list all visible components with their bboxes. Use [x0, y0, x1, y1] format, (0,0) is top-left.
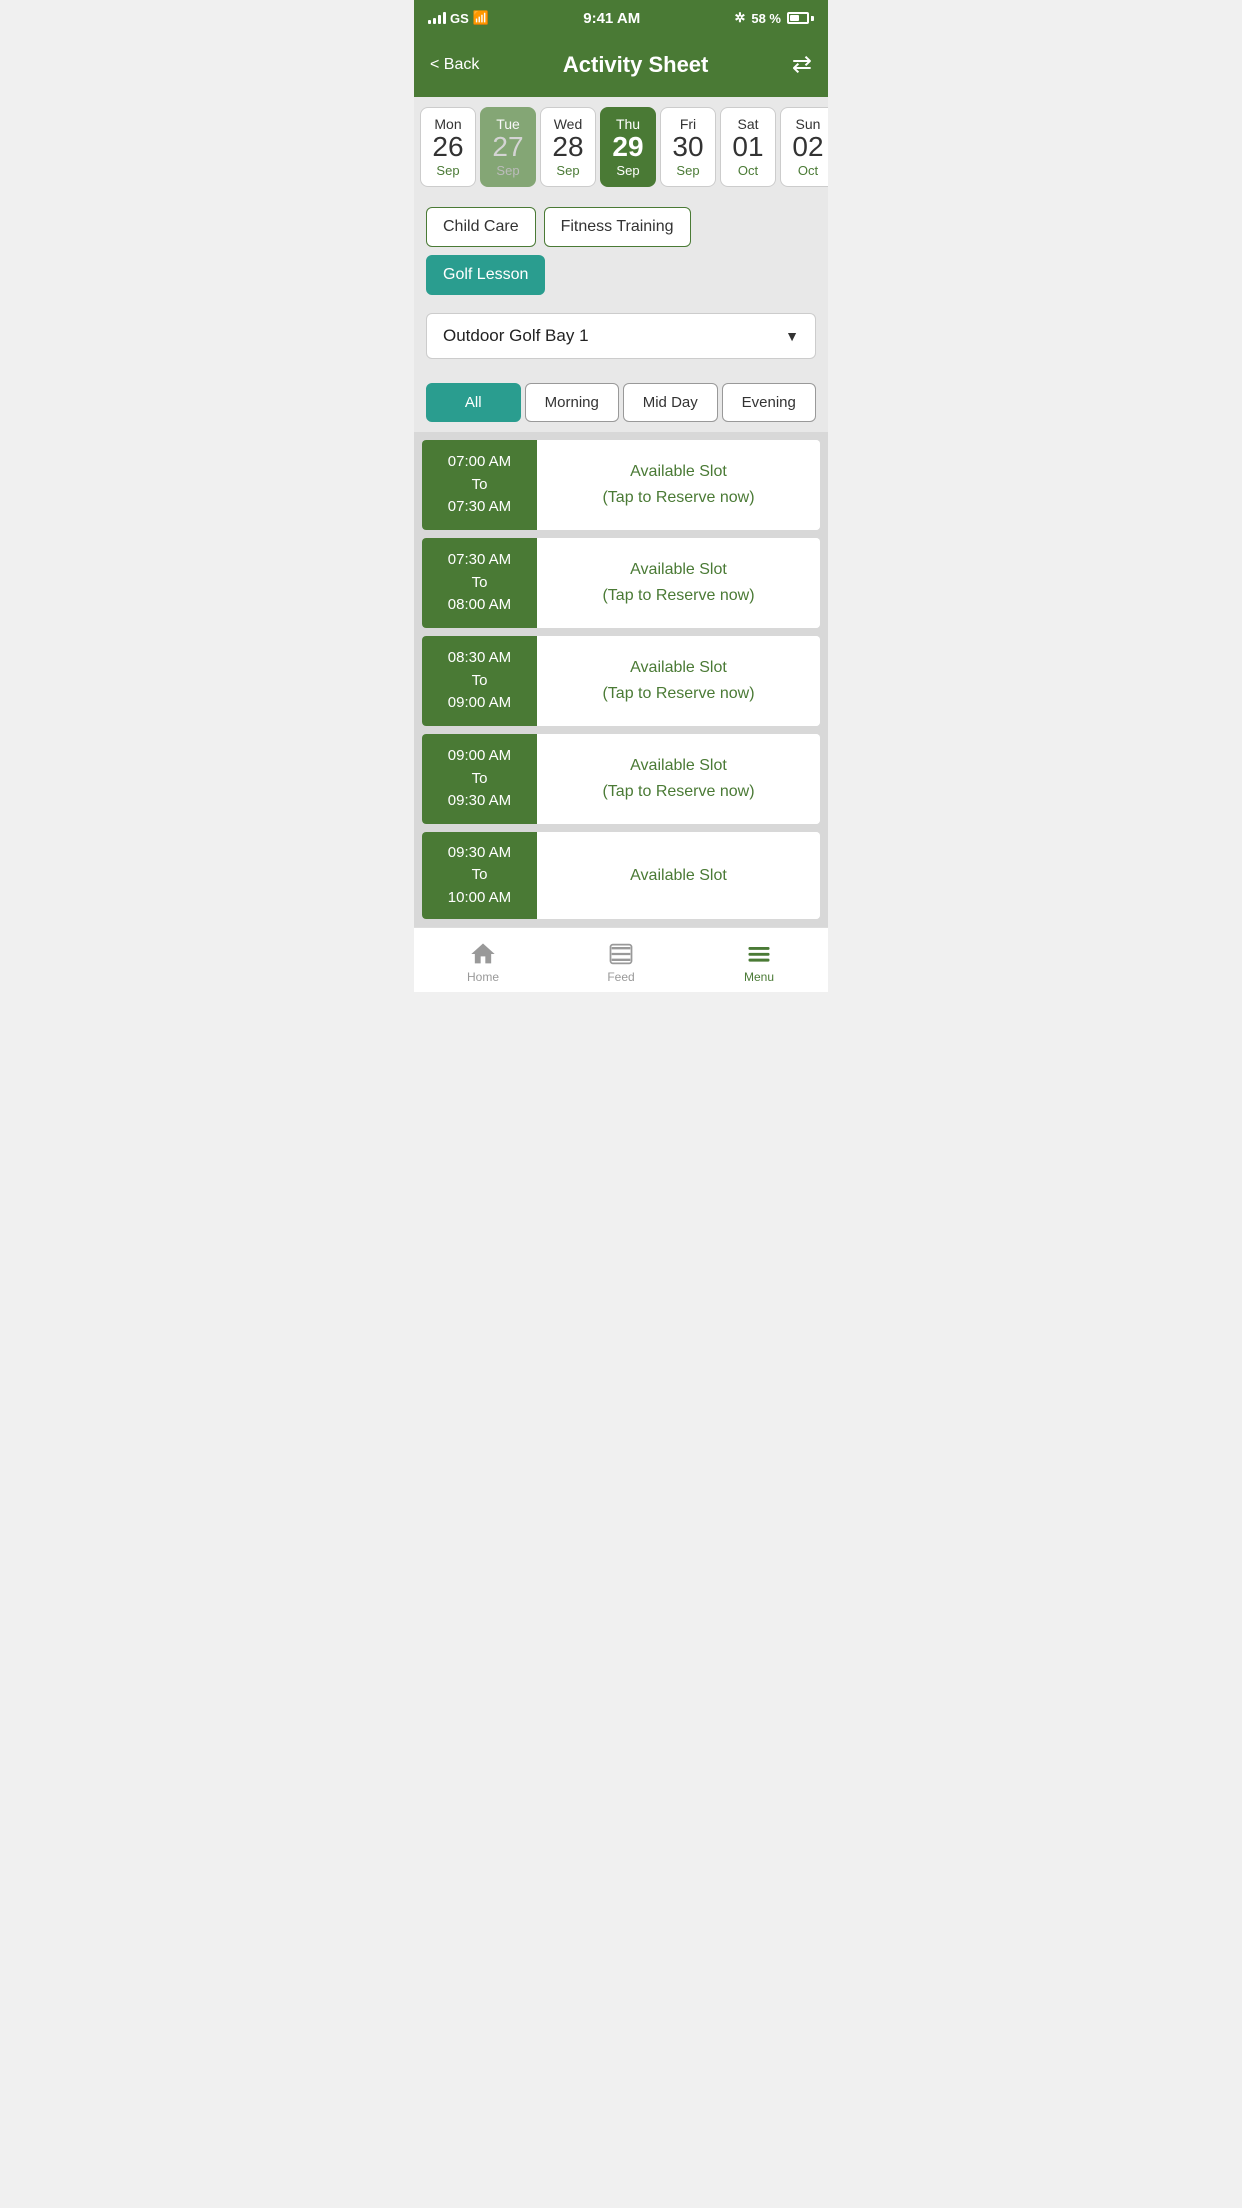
bottom-nav: Home Feed Menu [414, 927, 828, 992]
location-dropdown[interactable]: Outdoor Golf Bay 1 ▼ [426, 313, 816, 359]
slot-status: Available Slot(Tap to Reserve now) [602, 753, 754, 804]
status-bar: GS 📶 9:41 AM ✲ 58 % [414, 0, 828, 36]
day-name: Sun [785, 116, 828, 132]
day-num: 30 [665, 132, 711, 163]
date-card-thu29[interactable]: Thu 29 Sep [600, 107, 656, 187]
page-title: Activity Sheet [563, 52, 709, 78]
slot-content: Available Slot [537, 832, 820, 920]
battery-pct: 58 % [751, 11, 781, 26]
nav-item-home[interactable]: Home [414, 936, 552, 988]
day-name: Wed [545, 116, 591, 132]
day-name: Tue [485, 116, 531, 132]
date-card-sun02[interactable]: Sun 02 Oct [780, 107, 828, 187]
date-card-tue27[interactable]: Tue 27 Sep [480, 107, 536, 187]
month-label: Sep [485, 163, 531, 178]
back-button[interactable]: < Back [430, 56, 479, 74]
day-num: 02 [785, 132, 828, 163]
day-num: 01 [725, 132, 771, 163]
slot-time: 09:30 AMTo10:00 AM [422, 832, 537, 920]
month-label: Sep [425, 163, 471, 178]
wifi-icon: 📶 [473, 10, 489, 26]
slot-status: Available Slot(Tap to Reserve now) [602, 459, 754, 510]
date-card-fri30[interactable]: Fri 30 Sep [660, 107, 716, 187]
menu-icon [745, 940, 773, 968]
slot-time: 09:00 AMTo09:30 AM [422, 734, 537, 824]
date-card-wed28[interactable]: Wed 28 Sep [540, 107, 596, 187]
month-label: Oct [785, 163, 828, 178]
swap-icon[interactable]: ⇄ [792, 50, 812, 79]
nav-label-feed: Feed [607, 970, 634, 984]
activity-btn-fitness-training[interactable]: Fitness Training [544, 207, 691, 247]
slot-row-slot-0730[interactable]: 07:30 AMTo08:00 AM Available Slot(Tap to… [422, 538, 820, 628]
day-name: Thu [605, 116, 651, 132]
filter-btn-evening[interactable]: Evening [722, 383, 817, 422]
slot-time: 08:30 AMTo09:00 AM [422, 636, 537, 726]
month-label: Sep [545, 163, 591, 178]
slot-row-slot-0830[interactable]: 08:30 AMTo09:00 AM Available Slot(Tap to… [422, 636, 820, 726]
battery-icon [787, 12, 814, 24]
filter-btn-morning[interactable]: Morning [525, 383, 620, 422]
carrier-label: GS [450, 11, 469, 26]
activity-bar: Child CareFitness Training Golf Lesson [414, 197, 828, 307]
filter-bar: AllMorningMid DayEvening [414, 373, 828, 432]
slot-time: 07:30 AMTo08:00 AM [422, 538, 537, 628]
nav-item-menu[interactable]: Menu [690, 936, 828, 988]
slot-row-slot-0900[interactable]: 09:00 AMTo09:30 AM Available Slot(Tap to… [422, 734, 820, 824]
activity-btn-child-care[interactable]: Child Care [426, 207, 536, 247]
slot-row-slot-0700[interactable]: 07:00 AMTo07:30 AM Available Slot(Tap to… [422, 440, 820, 530]
slots-container: 07:00 AMTo07:30 AM Available Slot(Tap to… [414, 432, 828, 928]
day-num: 28 [545, 132, 591, 163]
home-icon [469, 940, 497, 968]
date-card-sat01[interactable]: Sat 01 Oct [720, 107, 776, 187]
bluetooth-icon: ✲ [734, 10, 745, 26]
dropdown-arrow-icon: ▼ [785, 328, 799, 344]
slot-time: 07:00 AMTo07:30 AM [422, 440, 537, 530]
day-name: Fri [665, 116, 711, 132]
day-name: Sat [725, 116, 771, 132]
month-label: Sep [605, 163, 651, 178]
nav-item-feed[interactable]: Feed [552, 936, 690, 988]
day-name: Mon [425, 116, 471, 132]
month-label: Sep [665, 163, 711, 178]
status-right: ✲ 58 % [734, 10, 814, 26]
status-time: 9:41 AM [583, 10, 640, 27]
slot-status: Available Slot(Tap to Reserve now) [602, 655, 754, 706]
nav-label-menu: Menu [744, 970, 774, 984]
slot-content: Available Slot(Tap to Reserve now) [537, 538, 820, 628]
slot-status: Available Slot [630, 863, 727, 889]
slot-content: Available Slot(Tap to Reserve now) [537, 734, 820, 824]
slot-content: Available Slot(Tap to Reserve now) [537, 440, 820, 530]
nav-label-home: Home [467, 970, 499, 984]
feed-icon [607, 940, 635, 968]
slot-content: Available Slot(Tap to Reserve now) [537, 636, 820, 726]
filter-btn-midday[interactable]: Mid Day [623, 383, 718, 422]
slot-row-slot-0930[interactable]: 09:30 AMTo10:00 AM Available Slot [422, 832, 820, 920]
date-strip: Mon 26 Sep Tue 27 Sep Wed 28 Sep Thu 29 … [414, 97, 828, 197]
day-num: 27 [485, 132, 531, 163]
location-selected: Outdoor Golf Bay 1 [443, 326, 589, 346]
filter-btn-all[interactable]: All [426, 383, 521, 422]
header: < Back Activity Sheet ⇄ [414, 36, 828, 97]
date-card-mon26[interactable]: Mon 26 Sep [420, 107, 476, 187]
month-label: Oct [725, 163, 771, 178]
day-num: 26 [425, 132, 471, 163]
location-dropdown-row: Outdoor Golf Bay 1 ▼ [414, 307, 828, 373]
slot-status: Available Slot(Tap to Reserve now) [602, 557, 754, 608]
signal-icon [428, 12, 446, 24]
day-num: 29 [605, 132, 651, 163]
activity-btn-golf-lesson[interactable]: Golf Lesson [426, 255, 545, 295]
status-left: GS 📶 [428, 10, 489, 26]
